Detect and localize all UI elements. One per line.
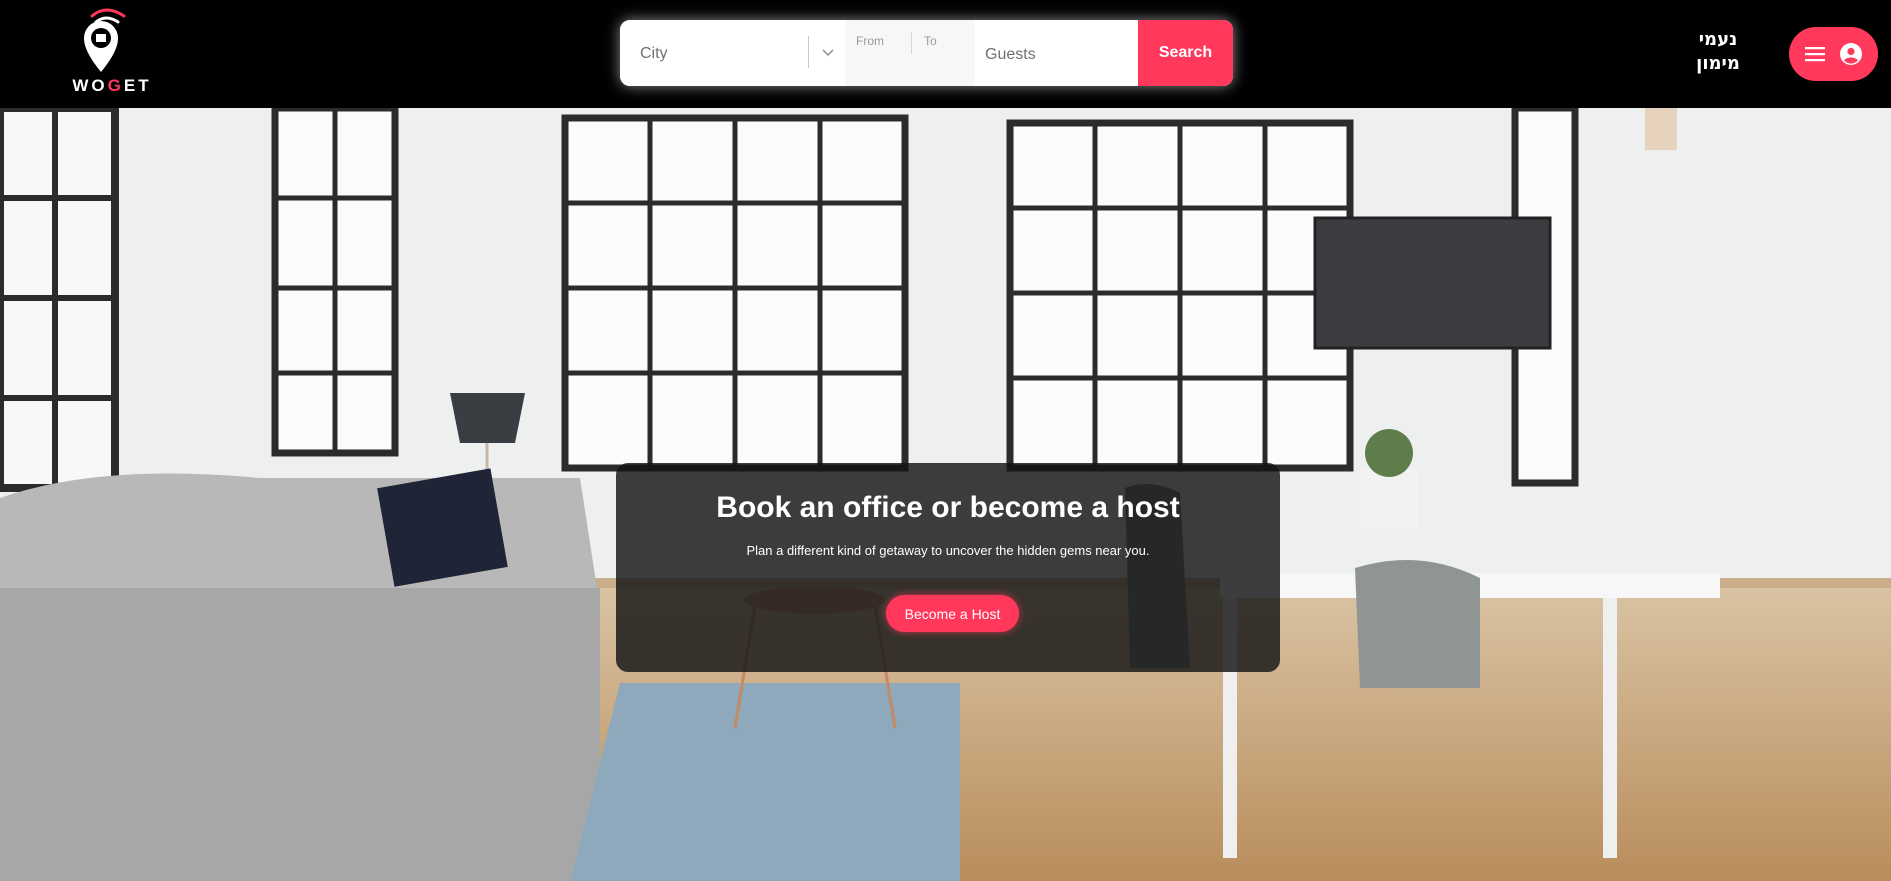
- chevron-down-icon[interactable]: [818, 42, 838, 62]
- become-host-button[interactable]: Become a Host: [886, 595, 1019, 632]
- woget-logo[interactable]: WOGET: [66, 6, 158, 96]
- date-range-picker[interactable]: From To: [845, 20, 975, 86]
- hero-title: Book an office or become a host: [716, 491, 1180, 524]
- top-navigation-bar: WOGET From To Search נעמי מימון: [0, 0, 1891, 108]
- search-button[interactable]: Search: [1138, 20, 1233, 86]
- user-first-name: נעמי: [1698, 29, 1738, 50]
- user-circle-icon: [1840, 43, 1862, 65]
- city-input[interactable]: [638, 38, 817, 70]
- city-divider: [808, 36, 809, 68]
- to-date-field[interactable]: To: [924, 34, 937, 48]
- user-last-name: מימון: [1696, 53, 1740, 74]
- from-date-field[interactable]: From: [856, 34, 884, 48]
- date-divider: [911, 32, 912, 54]
- guests-input[interactable]: [983, 40, 1127, 70]
- hero-panel: Book an office or become a host Plan a d…: [616, 463, 1280, 672]
- hero-section: Book an office or become a host Plan a d…: [0, 108, 1891, 881]
- hamburger-menu-icon: [1805, 47, 1825, 62]
- city-selector[interactable]: [620, 20, 845, 86]
- guests-field[interactable]: [975, 20, 1138, 86]
- user-name: נעמי מימון: [1688, 28, 1748, 76]
- hero-subtitle: Plan a different kind of getaway to unco…: [746, 543, 1150, 558]
- user-menu-button[interactable]: [1789, 27, 1878, 81]
- location-pin-wifi-icon: [84, 8, 126, 72]
- search-bar: From To Search: [620, 20, 1233, 86]
- logo-wordmark: WOGET: [72, 76, 152, 95]
